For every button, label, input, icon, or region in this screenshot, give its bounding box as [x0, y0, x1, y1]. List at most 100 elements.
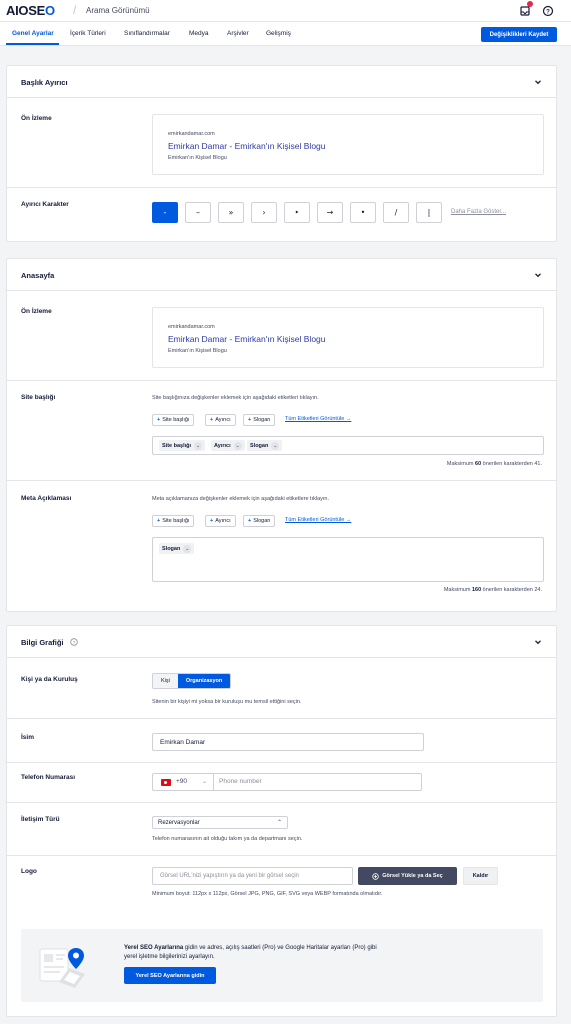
- help-icon[interactable]: ?: [70, 638, 78, 646]
- contact-type-label: İletişim Türü: [21, 816, 60, 823]
- divider: [7, 718, 556, 719]
- remove-image-button[interactable]: Kaldır: [463, 867, 498, 885]
- tag-chip[interactable]: Slogan ⌄: [247, 440, 283, 451]
- breadcrumb: Arama Görünümü: [86, 6, 150, 15]
- divider: [7, 762, 556, 763]
- meta-description-editor[interactable]: Slogan ⌄: [152, 537, 544, 582]
- chevron-down-icon[interactable]: [534, 271, 542, 279]
- aioseo-logo[interactable]: AIOSEO: [6, 3, 55, 18]
- tag-chip[interactable]: Ayırıcı ⌄: [211, 440, 245, 451]
- organization-name-input[interactable]: Emirkan Damar: [152, 733, 424, 751]
- tab-content-types[interactable]: İçerik Türleri: [70, 30, 106, 37]
- chevron-down-icon: ⌄: [271, 441, 280, 450]
- notifications-icon[interactable]: [518, 1, 533, 18]
- save-changes-button[interactable]: Değişiklikleri Kaydet: [481, 27, 557, 42]
- tag-chip[interactable]: Slogan ⌄: [159, 543, 195, 554]
- view-all-tags-link[interactable]: Tüm Etiketleri Görüntüle →: [285, 517, 351, 523]
- separator-option-pipe[interactable]: |: [416, 202, 442, 223]
- site-title-editor[interactable]: Site başlığı ⌄ Ayırıcı ⌄ Slogan ⌄: [152, 436, 544, 455]
- go-to-local-seo-button[interactable]: Yerel SEO Ayarlarına gidin: [124, 967, 216, 984]
- divider: [7, 480, 556, 481]
- preview-label: Ön İzleme: [21, 308, 52, 315]
- preview-url: emirkandamar.com: [168, 324, 215, 330]
- separator-option-angle[interactable]: ›: [251, 202, 277, 223]
- organization-option[interactable]: Organizasyon: [177, 674, 231, 688]
- local-seo-callout: Yerel SEO Ayarlarına gidin ve adres, açı…: [21, 929, 543, 1002]
- separator-option-double-angle[interactable]: »: [218, 202, 244, 223]
- svg-text:?: ?: [73, 640, 76, 645]
- contact-type-helper: Telefon numarasının ait olduğu takım ya …: [152, 836, 303, 842]
- chevron-down-icon[interactable]: [534, 638, 542, 646]
- separator-option-bullet[interactable]: •: [350, 202, 376, 223]
- card-header[interactable]: Bilgi Grafiği ?: [7, 626, 556, 658]
- svg-text:?: ?: [546, 9, 550, 15]
- insert-site-title-tag-button[interactable]: + Site başlığı: [152, 414, 195, 426]
- site-title-char-counter: Maksimum 60 önerilen karakterden 41.: [446, 461, 542, 467]
- card-header[interactable]: Anasayfa: [7, 259, 556, 291]
- insert-tagline-tag-button[interactable]: + Slogan: [243, 515, 276, 527]
- card-header[interactable]: Başlık Ayırıcı: [7, 66, 556, 98]
- person-organization-helper: Sitenin bir kişiyi mi yoksa bir kuruluşu…: [152, 699, 302, 705]
- logo-helper: Minimum boyut: 112px x 112px, Görsel JPG…: [152, 891, 383, 897]
- separator-option-hyphen[interactable]: -: [152, 202, 178, 223]
- preview-title: Emirkan Damar - Emirkan'ın Kişisel Blogu: [168, 334, 326, 344]
- preview-label: Ön İzleme: [21, 115, 52, 122]
- site-title-label: Site başlığı: [21, 394, 56, 401]
- tab-advanced[interactable]: Gelişmiş: [266, 30, 291, 37]
- upload-image-button[interactable]: Görsel Yükle ya da Seç: [358, 867, 457, 885]
- phone-number-field[interactable]: Phone number: [219, 778, 262, 785]
- turkey-flag-icon[interactable]: [161, 779, 171, 786]
- view-all-tags-link[interactable]: Tüm Etiketleri Görüntüle →: [285, 416, 351, 422]
- person-option[interactable]: Kişi: [153, 674, 178, 688]
- person-or-organization-label: Kişi ya da Kuruluş: [21, 676, 78, 683]
- name-label: İsim: [21, 734, 35, 741]
- active-tab-indicator: [6, 43, 59, 45]
- tag-chip[interactable]: Site başlığı ⌄: [159, 440, 206, 451]
- insert-separator-tag-button[interactable]: + Ayırıcı: [205, 515, 236, 527]
- title-separator-card: Başlık Ayırıcı Ön İzleme emirkandamar.co…: [6, 65, 557, 242]
- tab-taxonomies[interactable]: Sınıflandırmalar: [124, 30, 170, 37]
- meta-description-helper: Meta açıklamanıza değişkenler eklemek iç…: [152, 496, 330, 502]
- chevron-down-icon: ⌄: [233, 441, 242, 450]
- tab-media[interactable]: Medya: [189, 30, 209, 37]
- knowledge-graph-card: Bilgi Grafiği ? Kişi ya da Kuruluş Kişi …: [6, 625, 557, 1017]
- logo-url-input[interactable]: Görsel URL'nizi yapıştırın ya da yeni bi…: [152, 867, 353, 885]
- insert-tagline-tag-button[interactable]: + Slogan: [243, 414, 276, 426]
- separator-option-slash[interactable]: /: [383, 202, 409, 223]
- tab-archives[interactable]: Arşivler: [227, 30, 249, 37]
- phone-label: Telefon Numarası: [21, 774, 76, 781]
- phone-input[interactable]: +90 ⌄ Phone number: [152, 773, 422, 791]
- chevron-up-icon: ⌃: [276, 820, 282, 826]
- local-business-illustration-icon: [39, 948, 85, 988]
- separator-option-en-dash[interactable]: –: [185, 202, 211, 223]
- separator-option-triangle-bullet[interactable]: ‣: [284, 202, 310, 223]
- chevron-down-icon: ⌄: [183, 544, 192, 553]
- breadcrumb-separator: /: [73, 3, 77, 17]
- divider: [7, 187, 556, 188]
- contact-type-select[interactable]: Rezervasyonlar ⌃: [152, 816, 288, 829]
- chevron-down-icon[interactable]: ⌄: [202, 778, 207, 785]
- card-title: Anasayfa: [21, 271, 55, 280]
- chevron-down-icon: ⌄: [194, 441, 203, 450]
- separator-label: Ayırıcı Karakter: [21, 201, 69, 208]
- divider: [7, 380, 556, 381]
- show-more-link[interactable]: Daha Fazla Göster...: [451, 209, 506, 215]
- preview-description: Emirkan'ın Kişisel Blogu: [168, 348, 227, 354]
- help-icon[interactable]: ?: [541, 4, 555, 18]
- divider: [7, 802, 556, 803]
- homepage-card: Anasayfa Ön İzleme emirkandamar.com Emir…: [6, 258, 557, 612]
- card-title: Başlık Ayırıcı: [21, 78, 68, 87]
- insert-site-title-tag-button[interactable]: + Site başlığı: [152, 515, 195, 527]
- meta-description-label: Meta Açıklaması: [21, 495, 72, 502]
- card-title: Bilgi Grafiği: [21, 638, 64, 647]
- top-bar: AIOSEO / Arama Görünümü ?: [0, 0, 571, 22]
- dial-code[interactable]: +90: [176, 778, 187, 785]
- chevron-down-icon[interactable]: [534, 78, 542, 86]
- tab-general-settings[interactable]: Genel Ayarlar: [12, 30, 54, 37]
- upload-icon: [372, 872, 379, 880]
- insert-separator-tag-button[interactable]: + Ayırıcı: [205, 414, 236, 426]
- divider: [213, 774, 214, 790]
- preview-description: Emirkan'ın Kişisel Blogu: [168, 155, 227, 161]
- local-seo-text: Yerel SEO Ayarlarına gidin ve adres, açı…: [124, 945, 377, 960]
- separator-option-arrow[interactable]: →: [317, 202, 343, 223]
